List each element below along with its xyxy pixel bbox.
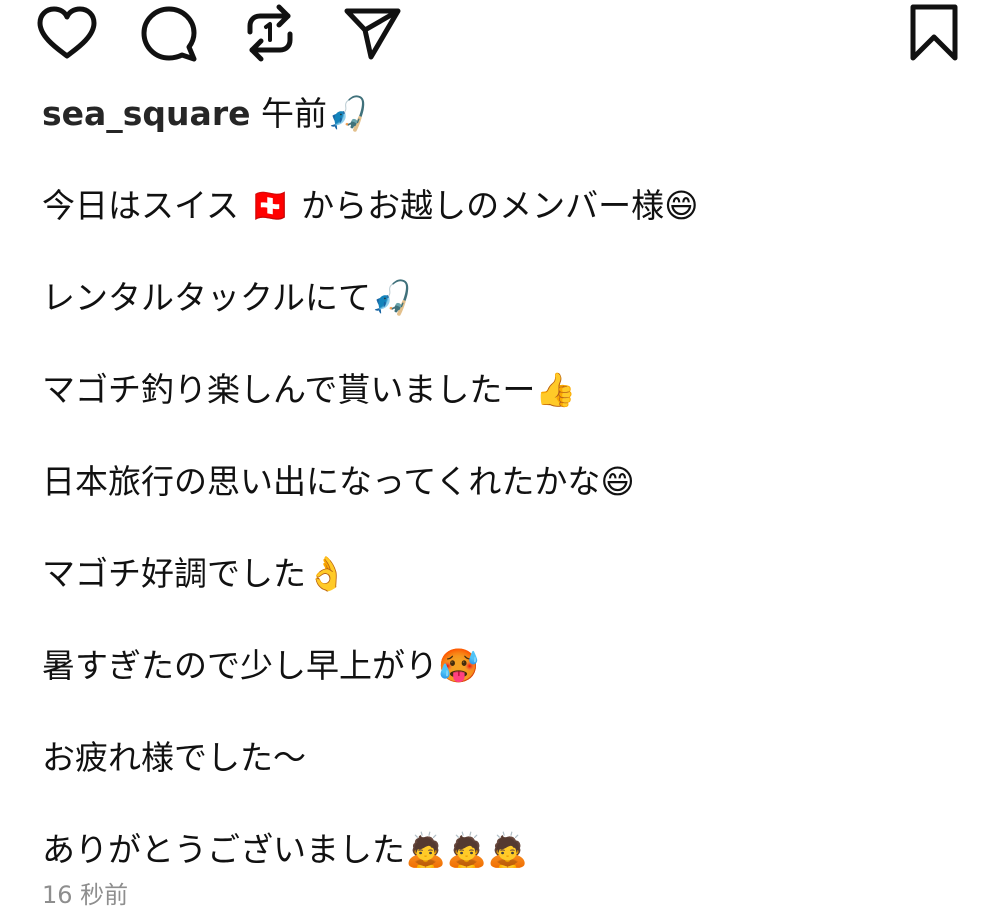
caption-line-7: お疲れ様でした〜	[42, 738, 306, 777]
post-caption: sea_square 午前🎣 今日はスイス 🇨🇭 からお越しのメンバー様😄 レン…	[42, 92, 962, 872]
username-link[interactable]: sea_square	[42, 94, 250, 133]
post-timestamp: 16 秒前	[42, 881, 129, 909]
caption-head-text: 午前🎣	[250, 94, 369, 133]
repost-arrows-icon[interactable]	[244, 4, 296, 62]
paper-plane-icon[interactable]	[343, 6, 401, 60]
caption-line-5: マゴチ好調でした👌	[42, 554, 348, 593]
heart-icon[interactable]	[36, 6, 98, 60]
caption-line-3: マゴチ釣り楽しんで貰いましたー👍	[42, 370, 577, 409]
bookmark-icon[interactable]	[908, 4, 960, 62]
caption-line-6: 暑すぎたので少し早上がり🥵	[42, 646, 480, 685]
speech-bubble-icon[interactable]	[141, 6, 197, 62]
post-action-bar	[0, 0, 1000, 70]
caption-line-2: レンタルタックルにて🎣	[42, 278, 413, 317]
caption-line-8: ありがとうございました🙇🙇🙇	[42, 830, 529, 869]
caption-line-1: 今日はスイス 🇨🇭 からお越しのメンバー様😄	[42, 186, 699, 225]
caption-header: sea_square 午前🎣	[42, 92, 962, 136]
caption-line-4: 日本旅行の思い出になってくれたかな😄	[42, 462, 635, 501]
